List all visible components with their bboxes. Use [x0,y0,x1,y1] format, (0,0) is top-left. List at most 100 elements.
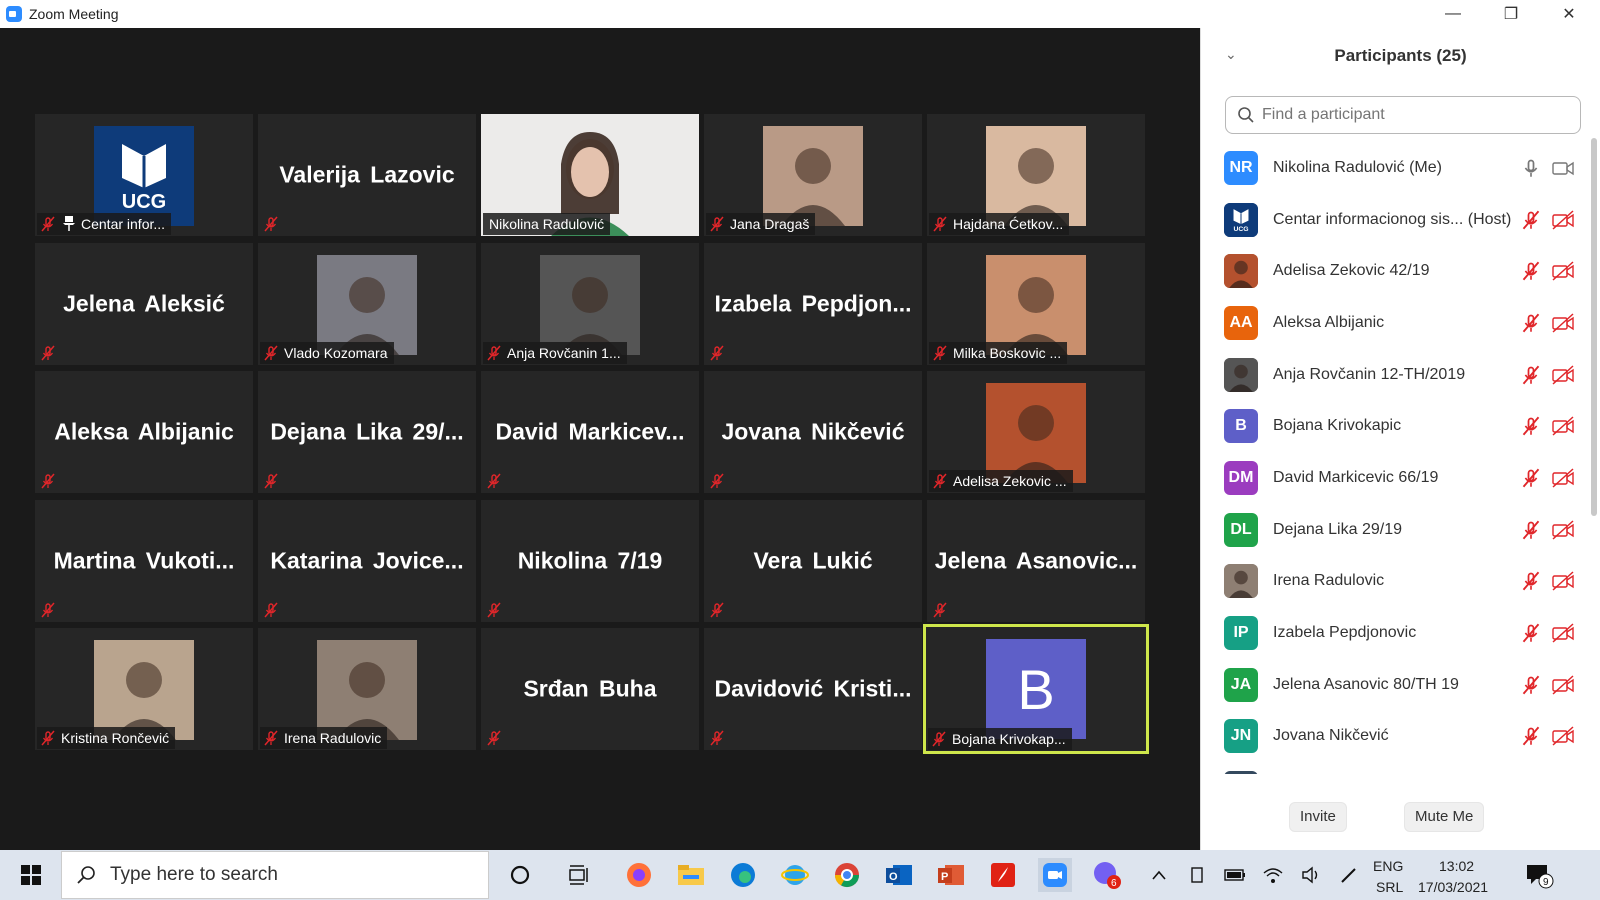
video-off-icon[interactable] [1551,209,1575,230]
participant-row[interactable]: DL Dejana Lika 29/19 [1201,504,1585,556]
video-off-icon[interactable] [1551,675,1575,695]
muted-mic-icon [40,345,56,361]
participant-photo-avatar [1224,254,1258,289]
video-off-icon[interactable] [1551,520,1575,540]
video-tile[interactable]: Irena Radulovic [258,628,476,750]
participant-row[interactable]: B Bojana Krivokapic [1201,400,1585,452]
clock-time[interactable]: 13:02 [1439,858,1474,874]
participant-row[interactable]: Anja Rovčanin 12-TH/2019 [1201,349,1585,401]
zoom-taskbar-icon[interactable] [1038,858,1072,892]
video-tile[interactable]: David Markicev... [481,371,699,493]
video-off-icon[interactable] [1551,468,1575,488]
profile-photo [763,126,863,226]
muted-mic-icon[interactable] [1521,313,1541,333]
outlook-icon[interactable]: O [882,858,916,892]
muted-mic-icon[interactable] [1521,571,1541,591]
video-tile[interactable]: Valerija Lazovic [258,114,476,236]
participant-row[interactable]: UCG Centar informacionog sis... (Host) [1201,194,1585,246]
language-indicator-top[interactable]: ENG [1373,858,1403,874]
firefox-icon[interactable] [622,858,656,892]
participant-row[interactable]: NR Nikolina Radulović (Me) [1201,142,1585,194]
video-tile[interactable]: Nikolina Radulović [481,114,699,236]
video-tile[interactable]: Davidović Kristi... [704,628,922,750]
muted-mic-icon[interactable] [1521,726,1541,746]
volume-icon[interactable] [1294,858,1328,892]
task-view-icon[interactable] [562,858,596,892]
video-tile[interactable]: Adelisa Zekovic ... [927,371,1145,493]
participant-search-input[interactable] [1225,96,1581,134]
muted-mic-icon [40,730,56,746]
video-off-icon[interactable] [1551,365,1575,385]
wifi-icon[interactable] [1256,858,1290,892]
file-explorer-icon[interactable] [674,858,708,892]
video-tile[interactable]: Jelena Asanovic... [927,499,1145,622]
video-off-icon[interactable] [1551,726,1575,746]
video-tile[interactable]: Jana Dragaš [704,114,922,236]
battery-icon[interactable] [1218,858,1252,892]
muted-mic-icon[interactable] [1521,520,1541,540]
restore-button[interactable]: ❐ [1482,0,1540,28]
cortana-icon[interactable] [503,858,537,892]
video-off-icon[interactable] [1551,623,1575,643]
video-off-icon[interactable] [1551,261,1575,281]
mic-icon[interactable] [1521,158,1541,178]
muted-mic-icon[interactable] [1521,623,1541,643]
show-hidden-icons-chevron[interactable] [1142,858,1176,892]
video-icon[interactable] [1551,158,1575,178]
start-button[interactable] [6,850,56,900]
video-tile[interactable]: UCG Centar infor... [35,114,253,236]
participant-row[interactable]: JA Jelena Asanovic 80/TH 19 [1201,659,1585,711]
video-tile[interactable]: Jelena Aleksić [35,242,253,365]
participant-row[interactable]: AA Aleksa Albijanic [1201,297,1585,349]
muted-mic-icon[interactable] [1521,261,1541,281]
participant-row[interactable]: KJKatarina Jovicevic 150/19 [1201,762,1585,774]
video-tile[interactable]: Dejana Lika 29/... [258,371,476,493]
video-tile[interactable]: Izabela Pepdjon... [704,242,922,365]
muted-mic-icon[interactable] [1521,675,1541,695]
participant-row[interactable]: IP Izabela Pepdjonovic [1201,607,1585,659]
svg-text:UCG: UCG [1233,225,1248,232]
pen-icon[interactable] [1332,858,1366,892]
video-tile[interactable]: Hajdana Ćetkov... [927,114,1145,236]
invite-button[interactable]: Invite [1289,802,1347,832]
video-off-icon[interactable] [1551,416,1575,436]
acrobat-icon[interactable] [986,858,1020,892]
clock-date[interactable]: 17/03/2021 [1418,879,1488,895]
video-tile[interactable]: Katarina Jovice... [258,499,476,622]
video-tile[interactable]: Srđan Buha [481,628,699,750]
video-off-icon[interactable] [1551,313,1575,333]
tile-name-label: Centar infor... [37,213,172,235]
minimize-button[interactable]: — [1424,0,1482,28]
powerpoint-icon[interactable]: P [934,858,968,892]
video-tile[interactable]: Martina Vukoti... [35,499,253,622]
chrome-icon[interactable] [830,858,864,892]
participant-row[interactable]: DM David Markicevic 66/19 [1201,452,1585,504]
notifications-icon[interactable]: 9 [1522,858,1556,892]
video-tile[interactable]: Nikolina 7/19 [481,499,699,622]
video-tile[interactable]: Aleksa Albijanic [35,371,253,493]
viber-icon[interactable]: 6 [1090,858,1124,892]
participants-scrollbar[interactable] [1591,138,1597,516]
mute-me-button[interactable]: Mute Me [1404,802,1485,832]
participant-row[interactable]: JN Jovana Nikčević [1201,711,1585,763]
video-tile[interactable]: Anja Rovčanin 1... [481,242,699,365]
video-tile[interactable]: Jovana Nikčević [704,371,922,493]
muted-mic-icon[interactable] [1521,468,1541,488]
usb-device-icon[interactable] [1180,858,1214,892]
video-tile[interactable]: Vlado Kozomara [258,242,476,365]
edge-icon[interactable] [726,858,760,892]
video-tile[interactable]: Kristina Rončević [35,628,253,750]
video-off-icon[interactable] [1551,571,1575,591]
video-tile[interactable]: Vera Lukić [704,499,922,622]
participant-row[interactable]: Irena Radulovic [1201,556,1585,608]
language-indicator-bottom[interactable]: SRL [1376,879,1403,895]
video-tile[interactable]: B Bojana Krivokap... [923,624,1149,754]
muted-mic-icon[interactable] [1521,365,1541,385]
video-tile[interactable]: Milka Boskovic ... [927,242,1145,365]
muted-mic-icon[interactable] [1521,416,1541,436]
close-button[interactable]: ✕ [1540,0,1598,28]
participant-row[interactable]: Adelisa Zekovic 42/19 [1201,245,1585,297]
muted-mic-icon[interactable] [1521,210,1541,230]
taskbar-search-box[interactable]: Type here to search [61,851,489,899]
internet-explorer-icon[interactable] [778,858,812,892]
